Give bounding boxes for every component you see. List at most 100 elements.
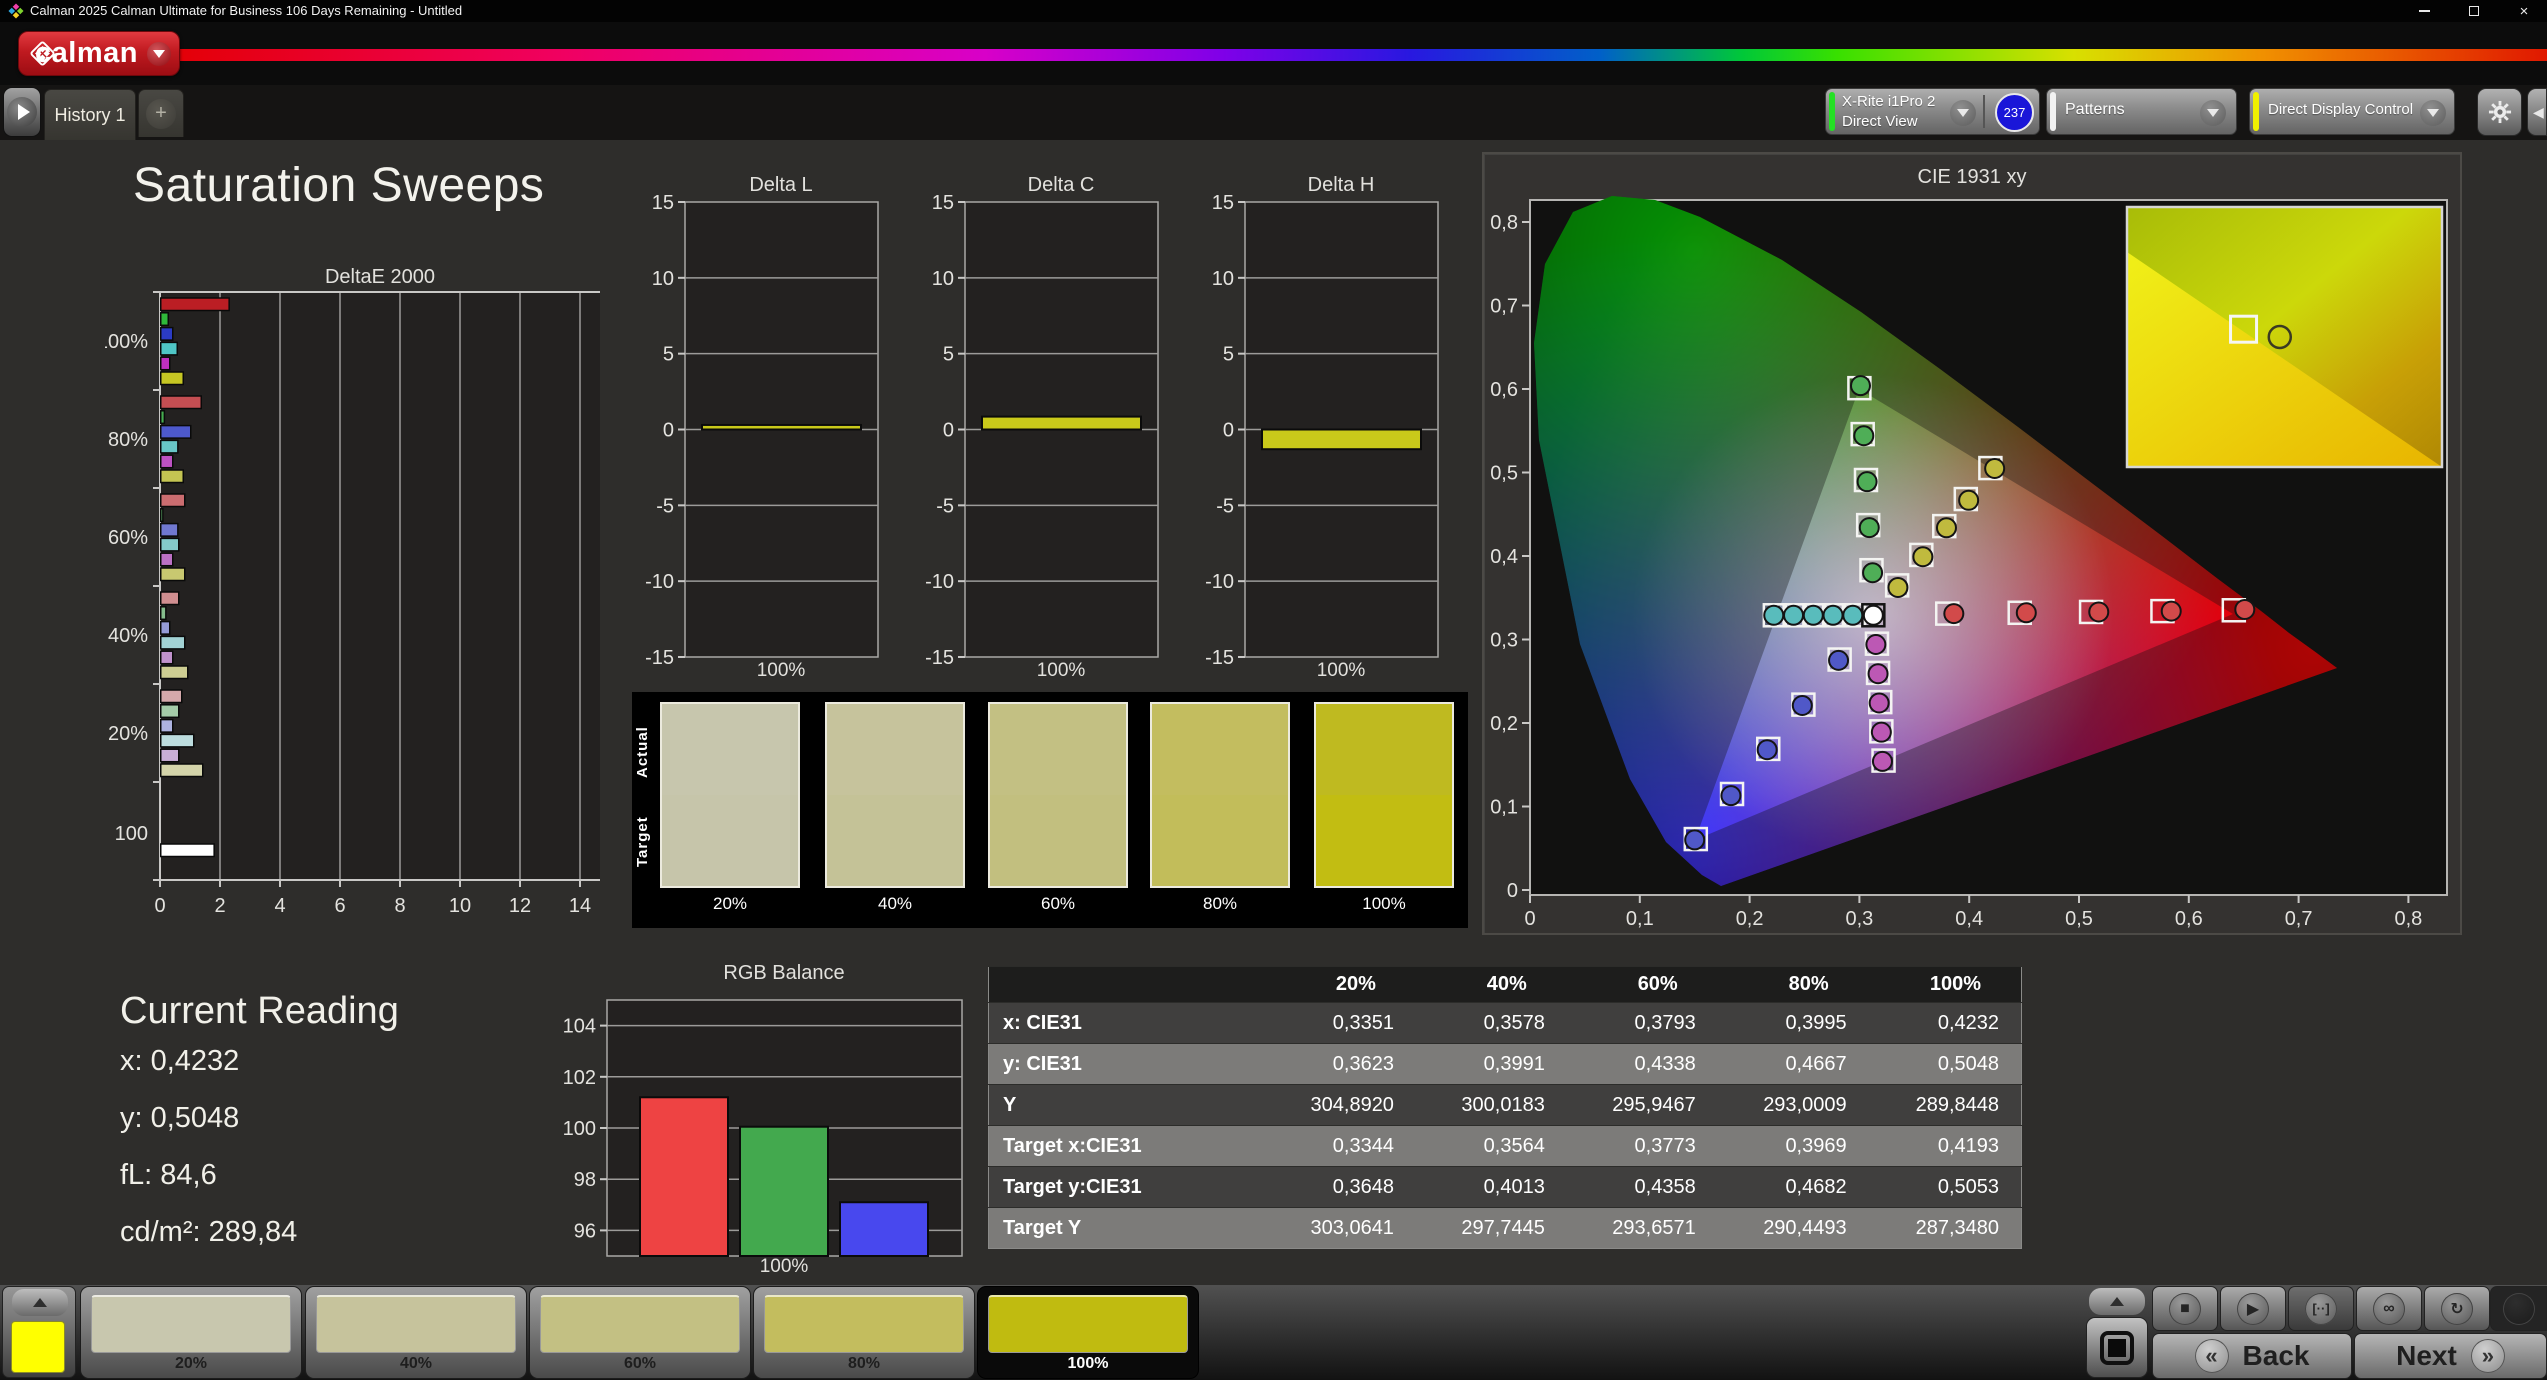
back-label: Back: [2242, 1340, 2310, 1371]
chevrons-right-icon: »: [2470, 1339, 2505, 1373]
reading-cdm2: cd/m²: 289,84: [120, 1216, 298, 1248]
close-button[interactable]: ×: [2501, 0, 2547, 22]
tab-history-label: History 1: [54, 104, 126, 125]
refresh-icon: ↻: [2441, 1292, 2473, 1325]
table-cell: 300,0183: [1415, 1084, 1567, 1126]
refresh-button[interactable]: ↻: [2424, 1286, 2490, 1331]
svg-text:0: 0: [1223, 420, 1234, 442]
pattern-button-80[interactable]: 80%: [753, 1286, 975, 1379]
stop-button[interactable]: ■: [2152, 1286, 2218, 1331]
settings-button[interactable]: [2477, 88, 2522, 136]
svg-text:0,4: 0,4: [1490, 546, 1518, 568]
svg-text:0,4: 0,4: [1955, 908, 1983, 930]
calman-logo-icon: [30, 41, 55, 66]
current-pattern-swatch[interactable]: [11, 1321, 65, 1373]
pattern-panel-expand-button[interactable]: [12, 1289, 68, 1316]
control-expand-button[interactable]: [2089, 1288, 2145, 1315]
stop-measure-button[interactable]: [2086, 1317, 2148, 1378]
plus-icon: +: [146, 98, 176, 129]
pattern-button-20[interactable]: 20%: [80, 1286, 302, 1379]
svg-text:104: 104: [563, 1016, 596, 1038]
window-title: Calman 2025 Calman Ultimate for Business…: [30, 3, 463, 18]
cie-measured-magenta: [1871, 750, 1893, 772]
svg-text:10: 10: [449, 895, 471, 917]
step-button[interactable]: [··]: [2288, 1286, 2354, 1331]
deltae-bar: [160, 508, 164, 523]
pattern-button-40[interactable]: 40%: [305, 1286, 527, 1379]
svg-text:0: 0: [943, 420, 954, 442]
table-header: 60%: [1566, 966, 1718, 1003]
svg-text:10: 10: [652, 268, 674, 290]
svg-text:80%: 80%: [108, 429, 148, 451]
pattern-button-60[interactable]: 60%: [529, 1286, 751, 1379]
svg-text:0,6: 0,6: [2175, 908, 2203, 930]
cie-measured-red: [2234, 598, 2256, 620]
chevron-down-icon: [153, 49, 165, 58]
patterns-selector[interactable]: Patterns: [2046, 88, 2237, 135]
collapse-panel-button[interactable]: ◀: [2527, 88, 2547, 136]
table-header: 20%: [1265, 966, 1416, 1003]
cie-measured-green: [1849, 375, 1871, 397]
cie-measured-blue: [1684, 829, 1706, 851]
patterns-label: Patterns: [2065, 101, 2125, 118]
calman-menu-button[interactable]: calman: [18, 31, 180, 76]
svg-text:0,1: 0,1: [1626, 908, 1654, 930]
inactive-transport-button: [2490, 1286, 2547, 1331]
row-label: Y: [988, 1084, 1266, 1126]
svg-text:-15: -15: [1205, 647, 1234, 669]
cie-measured-blue: [1828, 649, 1850, 671]
display-control-dropdown[interactable]: [2420, 100, 2446, 126]
chevron-down-icon: [2207, 109, 2219, 117]
deltae-bar: [160, 650, 174, 665]
table-cell: 0,4338: [1566, 1043, 1718, 1085]
next-label: Next: [2396, 1340, 2457, 1371]
maximize-button[interactable]: [2451, 0, 2497, 22]
cie-measured-red: [2015, 602, 2037, 624]
play-button[interactable]: ▶: [2220, 1286, 2286, 1331]
deltae-bar: [160, 567, 186, 582]
deltae-bar: [160, 591, 180, 606]
svg-text:98: 98: [574, 1169, 596, 1191]
calman-app-window: Calman 2025 Calman Ultimate for Business…: [0, 0, 2547, 1380]
tab-history-1[interactable]: History 1: [44, 89, 136, 140]
rgb-bar-green: [739, 1125, 829, 1257]
swatch-label: 40%: [877, 894, 913, 913]
table-cell: 0,3991: [1415, 1043, 1567, 1085]
table-cell: 0,3648: [1265, 1166, 1416, 1208]
table-cell: 0,3793: [1566, 1002, 1718, 1044]
tab-bar: History 1 + X-Rite i1Pro 2 Direct View 2…: [0, 85, 2547, 140]
step-icon: [··]: [2305, 1292, 2337, 1325]
stop-icon: ■: [2169, 1292, 2201, 1325]
actual-target-swatch-strip: Actual Target 20% 40% 60% 80% 100%: [632, 692, 1468, 928]
display-control-status-indicator: [2253, 92, 2259, 131]
deltae-bar: [160, 454, 174, 469]
table-cell: 0,4682: [1717, 1166, 1869, 1208]
svg-text:8: 8: [394, 895, 405, 917]
svg-text:100: 100: [115, 823, 148, 845]
table-row: Target x:CIE31 0,3344 0,3564 0,3773 0,3969 0,…: [988, 1125, 2022, 1167]
add-tab-button[interactable]: +: [138, 89, 184, 137]
next-button[interactable]: Next »: [2354, 1333, 2547, 1379]
table-header: [988, 966, 1266, 1003]
loop-button[interactable]: ∞: [2356, 1286, 2422, 1331]
meter-dropdown[interactable]: [1950, 100, 1976, 126]
row-label: y: CIE31: [988, 1043, 1266, 1085]
meter-selector[interactable]: X-Rite i1Pro 2 Direct View 237: [1825, 88, 2040, 135]
logo-menu-circle[interactable]: [147, 41, 171, 66]
patterns-dropdown[interactable]: [2200, 100, 2226, 126]
rgb-balance-title: RGB Balance: [723, 962, 845, 984]
back-button[interactable]: « Back: [2152, 1333, 2352, 1379]
minimize-button[interactable]: [2401, 0, 2447, 22]
deltae-bar: [160, 689, 183, 704]
svg-text:15: 15: [652, 192, 674, 214]
display-control-selector[interactable]: Direct Display Control: [2249, 88, 2455, 135]
pattern-button-100[interactable]: 100%: [977, 1286, 1199, 1379]
table-row: Target Y 303,0641 297,7445 293,6571 290,4493…: [988, 1207, 2022, 1249]
svg-text:10: 10: [1212, 268, 1234, 290]
target-label: Target: [634, 816, 651, 868]
cie-panel: CIE 1931 xy 0 0 0,1 0,1 0,2 0,2 0,3 0,3 …: [1482, 152, 2462, 935]
svg-text:-10: -10: [645, 571, 674, 593]
history-drawer-button[interactable]: [3, 87, 41, 137]
svg-text:15: 15: [1212, 192, 1234, 214]
table-cell: 0,4193: [1868, 1125, 2022, 1167]
